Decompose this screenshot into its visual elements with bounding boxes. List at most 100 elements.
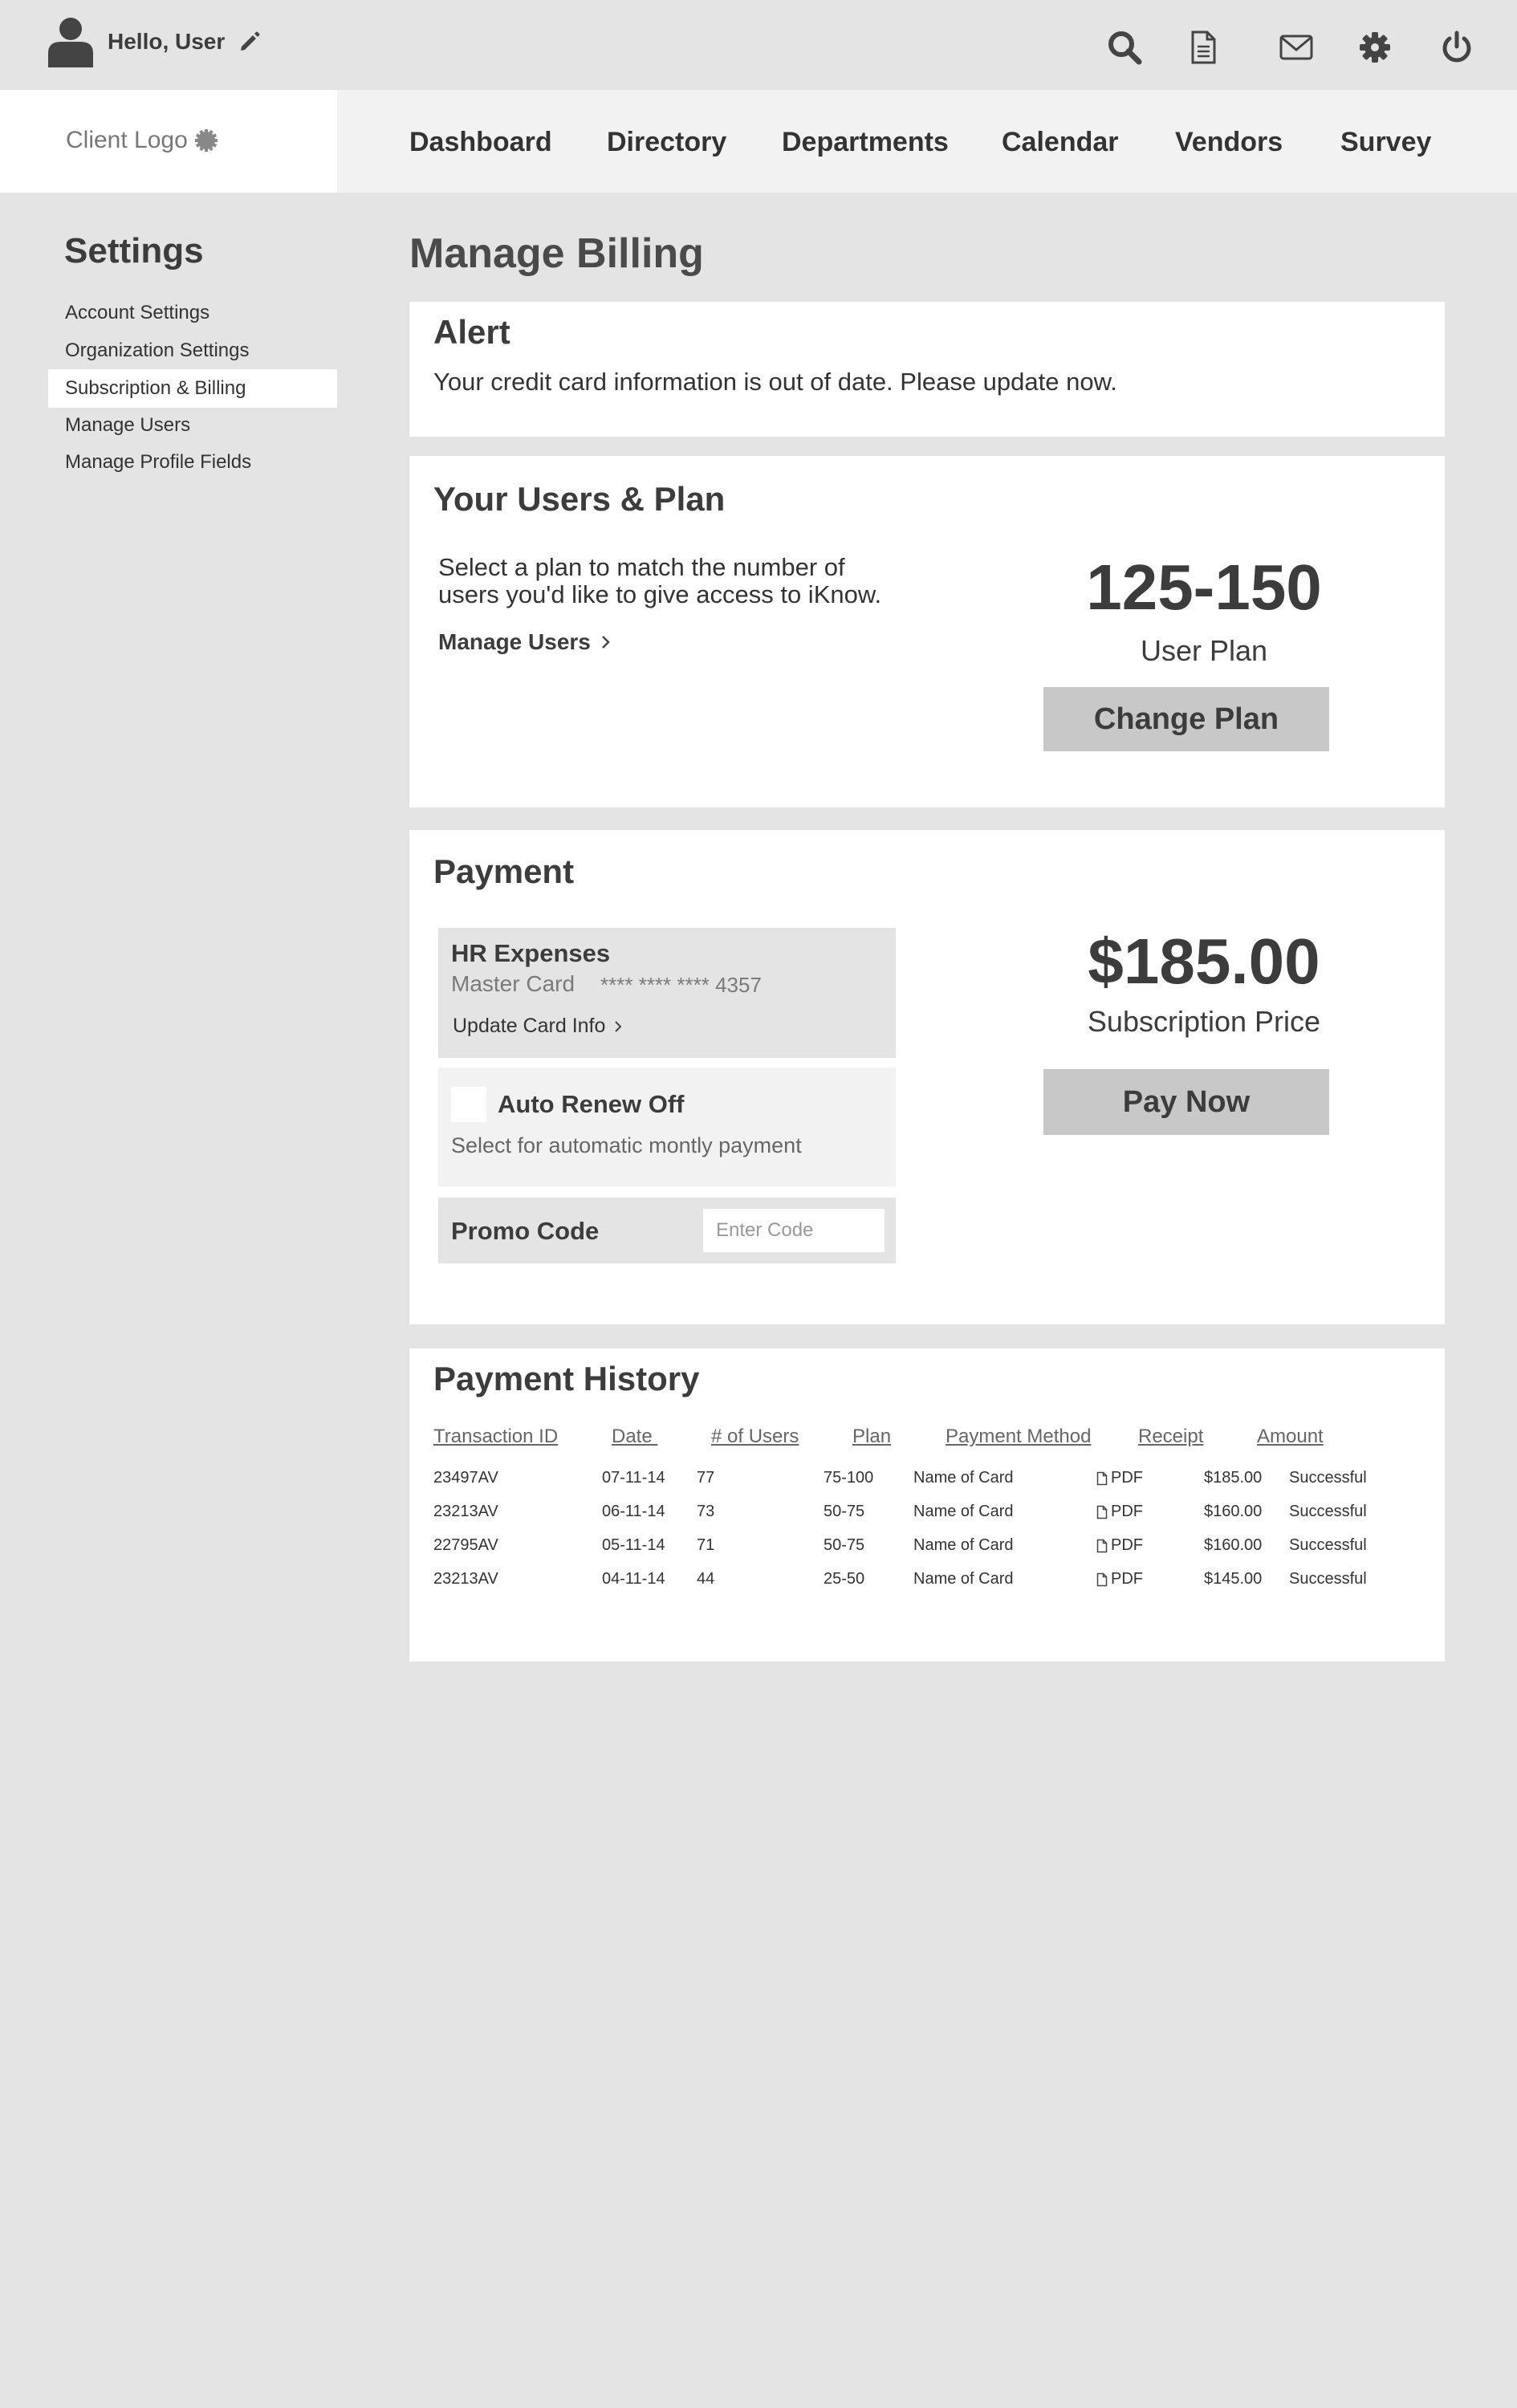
cell-transaction-id: 23497AV: [433, 1469, 498, 1487]
column-amount[interactable]: Amount: [1257, 1426, 1324, 1448]
cell-transaction-id: 23213AV: [433, 1570, 498, 1588]
plan-card: Your Users & Plan Select a plan to match…: [409, 456, 1445, 807]
file-icon: [1096, 1471, 1108, 1485]
cell-transaction-id: 22795AV: [433, 1536, 498, 1554]
payment-history-card: Payment History Transaction ID Date # of…: [409, 1348, 1445, 1662]
promo-code-panel: Promo Code: [438, 1198, 896, 1263]
sidebar-item-account-settings[interactable]: Account Settings: [48, 294, 337, 332]
cell-plan: 50-75: [824, 1536, 865, 1554]
promo-code-label: Promo Code: [451, 1217, 600, 1245]
cell-receipt[interactable]: PDF: [1096, 1536, 1143, 1555]
manage-users-label: Manage Users: [438, 629, 591, 654]
user-plan-range: 125-150: [1086, 551, 1322, 623]
payment-history-title: Payment History: [433, 1360, 700, 1397]
receipt-label: PDF: [1111, 1536, 1143, 1554]
receipt-label: PDF: [1111, 1570, 1143, 1588]
file-icon: [1096, 1505, 1108, 1519]
cell-receipt[interactable]: PDF: [1096, 1469, 1143, 1487]
cell-date: 05-11-14: [602, 1536, 665, 1554]
avatar-icon: [47, 16, 95, 67]
cell-receipt[interactable]: PDF: [1096, 1503, 1143, 1521]
main-nav: Dashboard Directory Departments Calendar…: [337, 90, 1517, 193]
nav-vendors[interactable]: Vendors: [1175, 127, 1283, 158]
column-transaction-id[interactable]: Transaction ID: [433, 1426, 558, 1448]
cell-status: Successful: [1289, 1503, 1367, 1520]
pencil-icon[interactable]: [238, 30, 262, 54]
user-plan-label: User Plan: [1140, 634, 1268, 667]
credit-card-panel: HR Expenses Master Card **** **** **** 4…: [438, 928, 896, 1058]
cell-date: 06-11-14: [602, 1503, 665, 1520]
search-icon[interactable]: [1106, 29, 1143, 66]
subscription-price: $185.00: [1088, 925, 1320, 997]
manage-users-link[interactable]: Manage Users: [438, 629, 612, 655]
user-menu[interactable]: Hello, User: [47, 16, 262, 67]
cell-date: 04-11-14: [602, 1570, 665, 1588]
file-icon: [1096, 1539, 1108, 1552]
card-type: Master Card: [451, 971, 575, 996]
cell-payment-method: Name of Card: [913, 1503, 1014, 1520]
page-title: Manage Billing: [409, 230, 704, 277]
document-icon[interactable]: [1185, 29, 1222, 66]
nav-calendar[interactable]: Calendar: [1002, 127, 1119, 158]
cell-payment-method: Name of Card: [913, 1536, 1014, 1554]
column-users[interactable]: # of Users: [711, 1426, 799, 1448]
chevron-right-icon: [601, 636, 610, 649]
chevron-right-icon: [615, 1020, 622, 1032]
cell-amount: $145.00: [1204, 1570, 1263, 1588]
auto-renew-title: Auto Renew Off: [498, 1090, 685, 1118]
payment-card: Payment HR Expenses Master Card **** ***…: [409, 830, 1445, 1324]
card-number: **** **** **** 4357: [600, 973, 762, 997]
cell-users: 71: [697, 1536, 715, 1554]
file-icon: [1096, 1572, 1108, 1586]
payment-title: Payment: [433, 852, 575, 890]
update-card-label: Update Card Info: [453, 1015, 606, 1037]
client-logo[interactable]: Client Logo: [0, 90, 337, 193]
cell-amount: $160.00: [1204, 1503, 1263, 1520]
cell-plan: 50-75: [824, 1503, 865, 1520]
power-icon[interactable]: [1438, 29, 1475, 66]
cell-status: Successful: [1289, 1570, 1367, 1588]
promo-code-input[interactable]: [703, 1209, 885, 1252]
plan-description: Select a plan to match the number of use…: [438, 553, 882, 608]
top-bar: Hello, User: [0, 0, 1517, 90]
cell-users: 44: [697, 1570, 715, 1588]
column-payment-method[interactable]: Payment Method: [946, 1426, 1091, 1448]
auto-renew-panel: Auto Renew Off Select for automatic mont…: [438, 1068, 896, 1186]
nav-survey[interactable]: Survey: [1340, 127, 1431, 158]
gear-icon[interactable]: [1356, 29, 1393, 66]
nav-departments[interactable]: Departments: [782, 127, 949, 158]
cell-plan: 75-100: [824, 1469, 874, 1487]
cell-users: 73: [697, 1503, 715, 1520]
change-plan-button[interactable]: Change Plan: [1043, 687, 1329, 751]
nav-directory[interactable]: Directory: [607, 127, 726, 158]
sidebar-item-subscription-billing[interactable]: Subscription & Billing: [48, 369, 337, 408]
nav-dashboard[interactable]: Dashboard: [409, 127, 552, 158]
alert-card: Alert Your credit card information is ou…: [409, 302, 1445, 437]
cell-payment-method: Name of Card: [913, 1570, 1014, 1588]
sidebar-item-organization-settings[interactable]: Organization Settings: [48, 332, 337, 370]
mail-icon[interactable]: [1278, 29, 1315, 66]
receipt-label: PDF: [1111, 1503, 1143, 1520]
auto-renew-description: Select for automatic montly payment: [451, 1133, 802, 1157]
sidebar-item-manage-users[interactable]: Manage Users: [48, 406, 337, 445]
cell-receipt[interactable]: PDF: [1096, 1570, 1143, 1588]
cell-date: 07-11-14: [602, 1469, 665, 1487]
sidebar-title: Settings: [64, 231, 204, 270]
column-receipt[interactable]: Receipt: [1138, 1426, 1203, 1448]
logo-text: Client Logo: [66, 127, 188, 153]
cell-amount: $185.00: [1204, 1469, 1263, 1487]
cell-users: 77: [697, 1469, 715, 1487]
column-date[interactable]: Date: [612, 1426, 657, 1448]
alert-message: Your credit card information is out of d…: [433, 368, 1117, 396]
sidebar-item-manage-profile-fields[interactable]: Manage Profile Fields: [48, 443, 337, 482]
update-card-link[interactable]: Update Card Info: [453, 1015, 623, 1038]
cell-status: Successful: [1289, 1469, 1367, 1487]
pay-now-button[interactable]: Pay Now: [1043, 1069, 1329, 1135]
subscription-price-label: Subscription Price: [1087, 1005, 1321, 1038]
auto-renew-checkbox[interactable]: [451, 1087, 486, 1122]
alert-title: Alert: [433, 313, 510, 351]
cell-plan: 25-50: [824, 1570, 865, 1588]
column-plan[interactable]: Plan: [852, 1426, 891, 1448]
receipt-label: PDF: [1111, 1469, 1143, 1487]
badge-icon: [194, 129, 218, 152]
